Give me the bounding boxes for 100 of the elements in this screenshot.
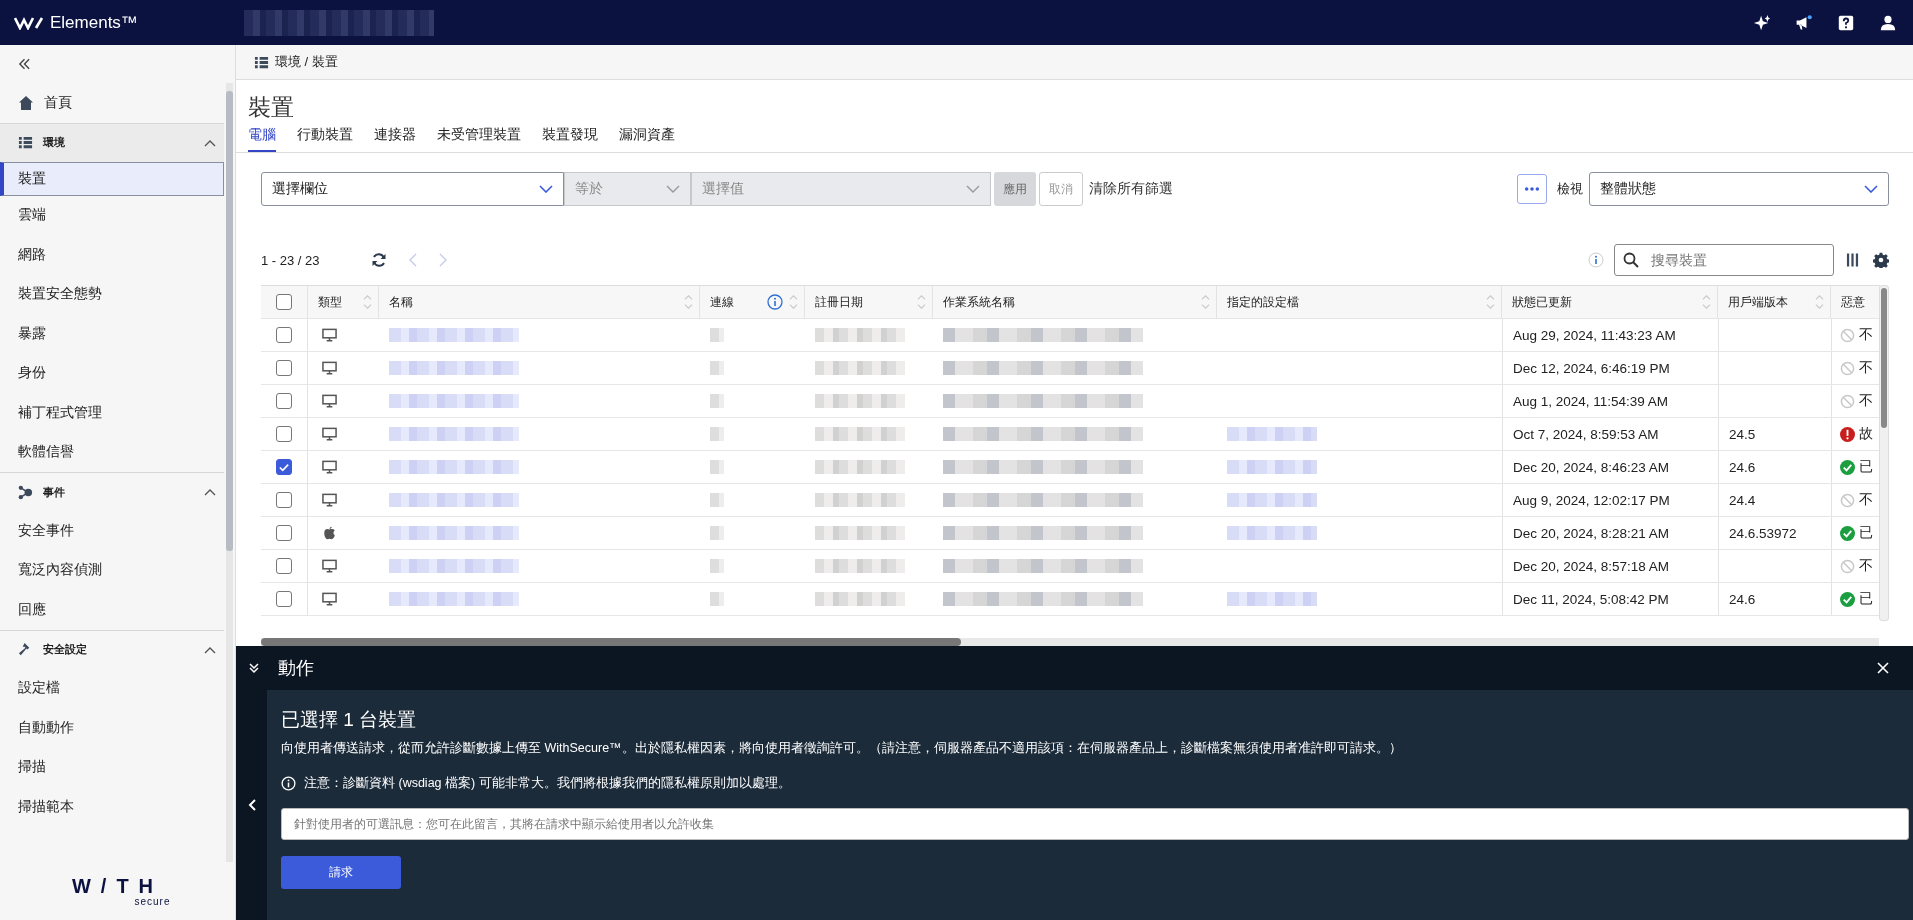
field-select[interactable]: 選擇欄位: [261, 172, 564, 206]
section-header[interactable]: 環境: [0, 122, 224, 162]
nav-item[interactable]: 寬泛內容偵測: [0, 550, 224, 590]
table-cell: 已: [1859, 590, 1873, 608]
table-row[interactable]: Dec 12, 2024, 6:46:19 PM 不: [261, 352, 1880, 385]
nav-item[interactable]: 安全事件: [0, 511, 224, 551]
table-cell: 不: [1859, 557, 1873, 575]
nav-item[interactable]: 設定檔: [0, 668, 224, 708]
checkbox[interactable]: [276, 327, 292, 343]
more-button[interactable]: [1517, 174, 1547, 204]
table-cell: 24.5: [1729, 426, 1756, 442]
table-row[interactable]: Aug 9, 2024, 12:02:17 PM 24.4 不: [261, 484, 1880, 517]
nav-item[interactable]: 掃描: [0, 747, 224, 787]
nav-item[interactable]: 回應: [0, 590, 224, 630]
nav-item[interactable]: 掃描範本: [0, 787, 224, 827]
table-row[interactable]: Dec 20, 2024, 8:28:21 AM 24.6.53972 已: [261, 517, 1880, 550]
breadcrumb[interactable]: 環境 / 裝置: [275, 53, 338, 71]
columns-icon[interactable]: [1846, 252, 1859, 268]
column-header[interactable]: 指定的設定檔: [1227, 293, 1480, 311]
scrollbar[interactable]: [261, 638, 1879, 646]
checkbox[interactable]: [276, 591, 292, 607]
redacted-text: [710, 526, 724, 540]
note-text: 注意：診斷資料 (wsdiag 檔案) 可能非常大。我們將根據我們的隱私權原則加以處理。: [304, 775, 791, 792]
tab[interactable]: 裝置發現: [542, 122, 598, 152]
clear-filters-link[interactable]: 清除所有篩選: [1089, 180, 1173, 198]
search-field[interactable]: 搜尋裝置: [1614, 244, 1834, 276]
collapse-icon[interactable]: [18, 58, 31, 70]
nav-item[interactable]: 首頁: [0, 83, 224, 123]
column-header[interactable]: 註冊日期: [815, 293, 911, 311]
nav-item[interactable]: 暴露: [0, 314, 224, 354]
info-icon[interactable]: [767, 294, 783, 310]
table-cell: Oct 7, 2024, 8:59:53 AM: [1513, 426, 1659, 442]
checkbox[interactable]: [276, 525, 292, 541]
nav-item[interactable]: 網路: [0, 235, 224, 275]
logo-icon: [14, 15, 44, 30]
nav-item[interactable]: 裝置安全態勢: [0, 274, 224, 314]
tab[interactable]: 行動裝置: [297, 122, 353, 152]
table-cell: 24.6.53972: [1729, 525, 1797, 541]
column-header[interactable]: 用戶端版本: [1728, 293, 1809, 311]
more-icon: [1524, 187, 1540, 191]
column-header[interactable]: 作業系統名稱: [943, 293, 1195, 311]
table-row[interactable]: Oct 7, 2024, 8:59:53 AM 24.5 故: [261, 418, 1880, 451]
table-row[interactable]: Aug 1, 2024, 11:54:39 AM 不: [261, 385, 1880, 418]
column-header[interactable]: 連線: [710, 293, 761, 311]
view-select[interactable]: 整體狀態: [1589, 172, 1889, 206]
table-cell: 不: [1859, 491, 1873, 509]
nav-item[interactable]: 自動動作: [0, 708, 224, 748]
scrollbar[interactable]: [226, 83, 233, 862]
table-cell: 不: [1859, 326, 1873, 344]
section-header[interactable]: 事件: [0, 472, 224, 511]
checkbox[interactable]: [276, 459, 292, 475]
apply-button[interactable]: 應用: [994, 172, 1036, 206]
help-icon[interactable]: [1837, 13, 1855, 32]
column-header[interactable]: 惡意: [1841, 293, 1880, 311]
nav-item[interactable]: 身份: [0, 353, 224, 393]
checkbox[interactable]: [276, 426, 292, 442]
settings-icon[interactable]: [1873, 252, 1889, 268]
description: 向使用者傳送請求，從而允許診斷數據上傳至 WithSecure™。出於隱私權因素，將向使用者徵詢許可。（請注意，伺服器產品不適用該項：在伺服器產品上，診斷檔案無須使用者准許即可請求。）: [281, 740, 1403, 757]
sparkle-icon[interactable]: [1753, 13, 1771, 32]
checkbox[interactable]: [276, 558, 292, 574]
list-icon: [254, 54, 269, 70]
chevron-icon: [966, 185, 980, 193]
checkbox[interactable]: [276, 492, 292, 508]
column-header[interactable]: 狀態已更新: [1512, 293, 1696, 311]
product-name: Elements™: [50, 12, 138, 33]
user-icon[interactable]: [1879, 13, 1897, 32]
column-header[interactable]: 名稱: [389, 293, 678, 311]
nav-item[interactable]: 補丁程式管理: [0, 393, 224, 433]
nav-item[interactable]: 雲端: [0, 195, 224, 235]
expand-icon[interactable]: [247, 799, 256, 811]
section-header[interactable]: 安全設定: [0, 629, 224, 669]
checkbox[interactable]: [276, 294, 292, 310]
table-row[interactable]: Dec 11, 2024, 5:08:42 PM 24.6 已: [261, 583, 1880, 616]
tab[interactable]: 電腦: [248, 122, 276, 152]
tab[interactable]: 連接器: [374, 122, 416, 152]
tab[interactable]: 未受管理裝置: [437, 122, 521, 152]
checkbox[interactable]: [276, 360, 292, 376]
megaphone-icon[interactable]: [1795, 13, 1813, 32]
nav-item[interactable]: 軟體信譽: [0, 432, 224, 472]
close-icon[interactable]: [1877, 662, 1889, 674]
refresh-icon[interactable]: [371, 252, 387, 268]
message-field[interactable]: 針對使用者的可選訊息：您可在此留言，其將在請求中顯示給使用者以允許收集: [281, 808, 1909, 840]
table-cell: 不: [1859, 359, 1873, 377]
table-row[interactable]: Aug 29, 2024, 11:43:23 AM 不: [261, 319, 1880, 352]
home-icon: [18, 94, 34, 111]
table-row[interactable]: Dec 20, 2024, 8:46:23 AM 24.6 已: [261, 451, 1880, 484]
column-header[interactable]: 類型: [318, 293, 357, 311]
table-cell: Aug 1, 2024, 11:54:39 AM: [1513, 393, 1669, 409]
scrollbar[interactable]: [1879, 285, 1889, 621]
table-cell: Aug 29, 2024, 11:43:23 AM: [1513, 327, 1676, 343]
table-row[interactable]: Dec 20, 2024, 8:57:18 AM 不: [261, 550, 1880, 583]
caret-icon: [204, 138, 216, 147]
redacted-text: [710, 559, 724, 573]
nav-item[interactable]: 裝置: [0, 161, 224, 196]
checkbox[interactable]: [276, 393, 292, 409]
list-icon: [18, 135, 33, 150]
request-button[interactable]: 請求: [281, 856, 401, 889]
check-icon: [279, 462, 289, 472]
table-cell: 故: [1859, 425, 1873, 443]
tab[interactable]: 漏洞資產: [619, 122, 675, 152]
